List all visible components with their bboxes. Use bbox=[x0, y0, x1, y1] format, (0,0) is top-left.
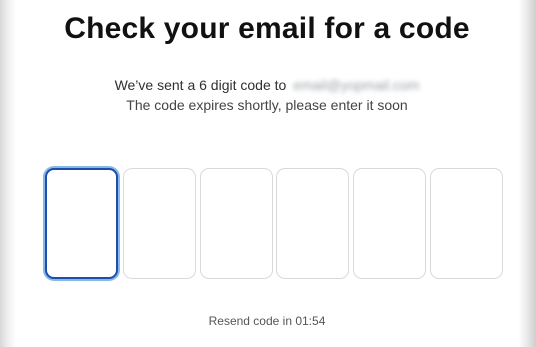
code-sent-prefix: We’ve sent a 6 digit code to bbox=[114, 77, 287, 93]
code-digit-1[interactable] bbox=[45, 168, 118, 279]
code-digit-4[interactable] bbox=[276, 168, 349, 279]
code-digit-2[interactable] bbox=[123, 168, 196, 279]
code-digit-5[interactable] bbox=[353, 168, 426, 279]
verification-card: Check your email for a code We’ve sent a… bbox=[16, 0, 518, 347]
page-title: Check your email for a code bbox=[64, 12, 470, 45]
window-shadow-left bbox=[0, 0, 16, 347]
code-sent-message: We’ve sent a 6 digit code to email@yopma… bbox=[16, 77, 518, 93]
recipient-email: email@yopmail.com bbox=[293, 77, 420, 93]
code-expiry-message: The code expires shortly, please enter i… bbox=[126, 97, 408, 113]
code-input-group bbox=[45, 168, 505, 281]
code-digit-3[interactable] bbox=[200, 168, 273, 279]
code-digit-6[interactable] bbox=[430, 168, 503, 279]
resend-code-countdown: Resend code in 01:54 bbox=[208, 314, 326, 328]
window-shadow-right bbox=[518, 0, 536, 347]
